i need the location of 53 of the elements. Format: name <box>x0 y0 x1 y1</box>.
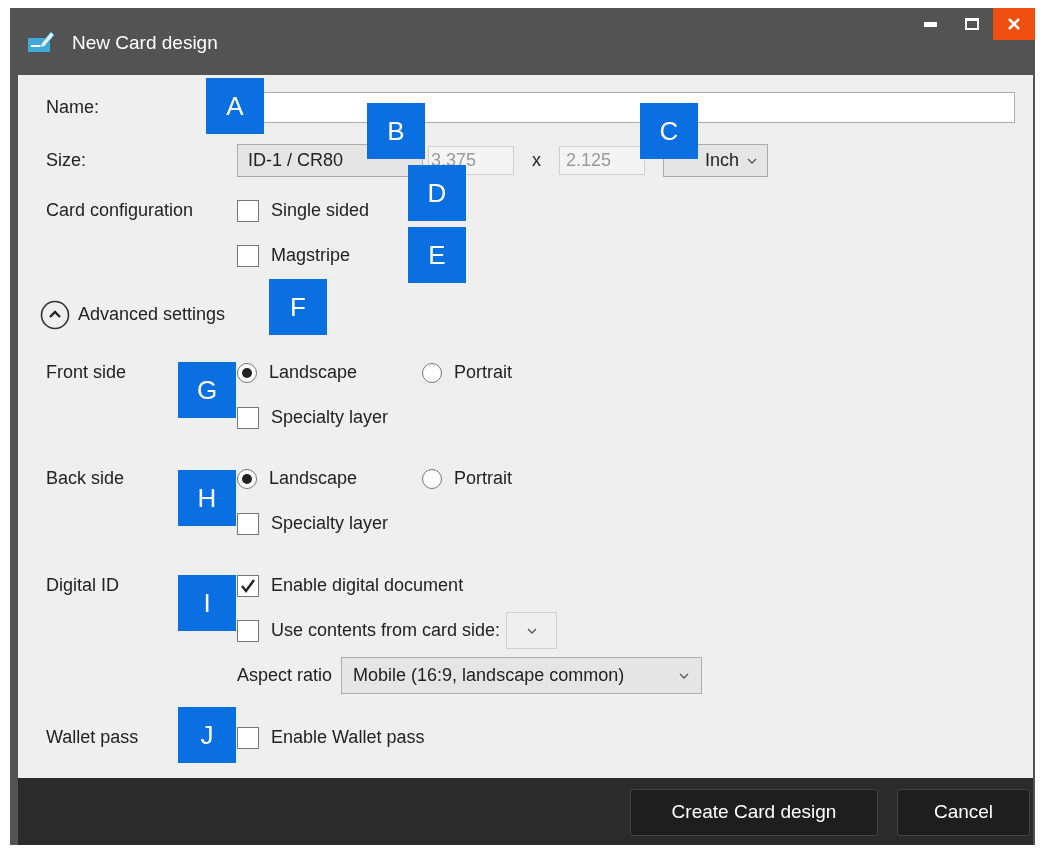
radio-button[interactable] <box>422 362 442 383</box>
close-icon <box>1007 17 1021 31</box>
caret-icon <box>526 627 537 634</box>
checkbox-label: Single sided <box>271 199 370 222</box>
checkbox[interactable] <box>237 512 259 535</box>
checkbox-label: Specialty layer <box>271 406 389 429</box>
radio-label: Portrait <box>454 361 513 384</box>
close-button[interactable] <box>993 8 1035 40</box>
radio-label: Landscape <box>269 361 358 384</box>
checkbox[interactable] <box>237 406 259 429</box>
radio-label: Landscape <box>269 467 358 490</box>
checkbox-label: Specialty layer <box>271 512 389 535</box>
collapse-icon <box>40 299 70 330</box>
callout-tooltip: F <box>269 279 327 335</box>
checkbox[interactable] <box>237 244 259 267</box>
radio-button[interactable] <box>422 468 442 489</box>
field-label: Digital ID <box>46 575 120 595</box>
callout-tooltip: I <box>178 575 236 631</box>
callout-tooltip: H <box>178 470 236 526</box>
checkbox-label: Use contents from card side: <box>271 619 501 642</box>
caret-icon <box>747 157 757 164</box>
field-label: Aspect ratio <box>237 664 333 687</box>
radio-button[interactable] <box>237 362 257 383</box>
create-button[interactable]: Create Card design <box>630 789 878 836</box>
checkbox[interactable] <box>237 574 259 597</box>
aspect-ratio-dropdown[interactable]: Mobile (16:9, landscape common) <box>341 657 703 694</box>
callout-tooltip: B <box>367 103 425 159</box>
radio-button[interactable] <box>237 468 257 489</box>
callout-tooltip: J <box>178 707 236 763</box>
callout-tooltip: A <box>206 78 264 134</box>
checkbox[interactable] <box>237 619 259 642</box>
checkbox[interactable] <box>237 199 259 222</box>
advanced-settings-toggle[interactable]: Advanced settings <box>40 299 226 330</box>
callout-tooltip: G <box>178 362 236 418</box>
field-label: Card configuration <box>46 200 194 220</box>
field-label: Front side <box>46 362 127 382</box>
checkbox-label: Magstripe <box>271 244 351 267</box>
field-label: Back side <box>46 468 125 488</box>
card-edit-icon <box>27 30 55 54</box>
field-label: Size: <box>46 150 87 170</box>
radio-label: Portrait <box>454 467 513 490</box>
callout-tooltip: C <box>640 103 698 159</box>
times-sign: x <box>532 149 541 172</box>
checkbox-label: Enable digital document <box>271 574 464 597</box>
checkbox-label: Enable Wallet pass <box>271 726 425 749</box>
callout-tooltip: E <box>408 227 466 283</box>
window-title: New Card design <box>72 31 218 55</box>
caret-icon <box>679 672 690 679</box>
checkbox[interactable] <box>237 726 259 749</box>
field-label: Name: <box>46 97 99 117</box>
cancel-button[interactable]: Cancel <box>897 789 1030 836</box>
field-label: Wallet pass <box>46 727 139 747</box>
callout-tooltip: D <box>408 165 466 221</box>
